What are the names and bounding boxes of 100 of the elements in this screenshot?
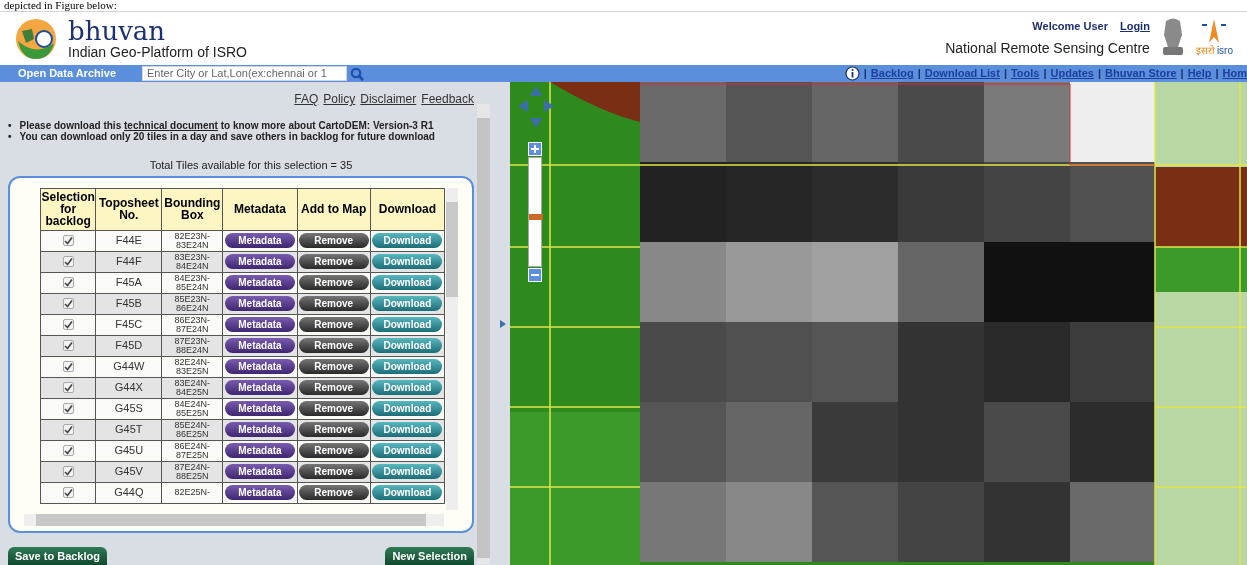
remove-button[interactable]: Remove — [298, 296, 369, 311]
checkbox[interactable] — [62, 445, 74, 456]
action-button[interactable]: New Selection — [385, 547, 474, 565]
tagline: Indian Geo-Platform of ISRO — [68, 44, 247, 59]
remove-button[interactable]: Remove — [298, 464, 369, 479]
metadata-button[interactable]: Metadata — [224, 443, 295, 458]
panel-link[interactable]: Disclaimer — [360, 90, 417, 108]
panel-scrollbar[interactable] — [477, 104, 490, 564]
action-button[interactable]: Save to Backlog — [8, 547, 107, 565]
checkbox[interactable] — [62, 466, 74, 477]
table-cell: F45C — [95, 314, 162, 335]
download-button[interactable]: Download — [372, 443, 443, 458]
document-link[interactable]: technical document — [124, 120, 218, 131]
remove-button[interactable]: Remove — [298, 275, 369, 290]
remove-button[interactable]: Remove — [298, 359, 369, 374]
table-cell: 83E24N-84E25N — [161, 377, 223, 398]
zoom-thumb[interactable] — [529, 214, 543, 221]
checkbox[interactable] — [62, 298, 74, 309]
separator-text: | — [1043, 66, 1047, 82]
zoom-in-button[interactable] — [528, 142, 542, 156]
table-cell: F45B — [95, 293, 162, 314]
separator-text: | — [863, 66, 867, 82]
plus-icon — [529, 143, 541, 155]
download-button[interactable]: Download — [372, 401, 443, 416]
remove-button[interactable]: Remove — [298, 401, 369, 416]
remove-button[interactable]: Remove — [298, 485, 369, 500]
info-icon[interactable] — [844, 66, 860, 81]
metadata-button[interactable]: Metadata — [224, 464, 295, 479]
remove-button[interactable]: Remove — [298, 254, 369, 269]
table-cell: 82E25N- — [161, 482, 223, 503]
search-field[interactable]: Enter City or Lat,Lon(ex:chennai or 1 — [142, 66, 347, 81]
checkbox[interactable] — [62, 277, 74, 288]
table-cell: G45U — [95, 440, 162, 461]
column-header: Metadata — [222, 188, 298, 230]
download-button[interactable]: Download — [372, 422, 443, 437]
horizontal-scrollbar[interactable] — [24, 513, 444, 526]
table-cell: 84E23N-85E24N — [161, 272, 223, 293]
table-cell: 86E24N-87E25N — [161, 440, 223, 461]
remove-button[interactable]: Remove — [298, 443, 369, 458]
logo-text: bhuvan — [68, 18, 167, 43]
checkbox[interactable] — [62, 382, 74, 393]
remove-button[interactable]: Remove — [298, 317, 369, 332]
checkbox[interactable] — [62, 340, 74, 351]
download-button[interactable]: Download — [372, 380, 443, 395]
table-cell: F44F — [95, 251, 162, 272]
table-cell: 86E23N-87E24N — [161, 314, 223, 335]
separator-text: | — [917, 66, 921, 82]
note-text: Please download this technical document to know more about CartoDEM: Version-3 R1 — [19, 120, 434, 131]
zoom-out-button[interactable] — [528, 268, 542, 282]
checkbox[interactable] — [62, 424, 74, 435]
download-button[interactable]: Download — [372, 296, 443, 311]
collapse-arrow-icon[interactable] — [500, 319, 506, 328]
checkbox[interactable] — [62, 319, 74, 330]
metadata-button[interactable]: Metadata — [224, 317, 295, 332]
table-cell: 83E23N-84E24N — [161, 251, 223, 272]
panel-link[interactable]: FAQ — [294, 90, 319, 108]
download-button[interactable]: Download — [372, 254, 443, 269]
vertical-scrollbar[interactable] — [446, 187, 458, 510]
table-cell: G45S — [95, 398, 162, 419]
column-header: Download — [370, 188, 445, 230]
metadata-button[interactable]: Metadata — [224, 485, 295, 500]
column-header: Add to Map — [297, 188, 371, 230]
metadata-button[interactable]: Metadata — [224, 338, 295, 353]
checkbox[interactable] — [62, 487, 74, 498]
metadata-button[interactable]: Metadata — [224, 254, 295, 269]
download-button[interactable]: Download — [372, 464, 443, 479]
bullet-text: • — [8, 120, 12, 131]
metadata-button[interactable]: Metadata — [224, 296, 295, 311]
download-button[interactable]: Download — [372, 485, 443, 500]
remove-button[interactable]: Remove — [298, 338, 369, 353]
metadata-button[interactable]: Metadata — [224, 275, 295, 290]
remove-button[interactable]: Remove — [298, 422, 369, 437]
checkbox[interactable] — [62, 235, 74, 246]
remove-button[interactable]: Remove — [298, 380, 369, 395]
download-button[interactable]: Download — [372, 233, 443, 248]
download-button[interactable]: Download — [372, 338, 443, 353]
metadata-button[interactable]: Metadata — [224, 401, 295, 416]
document-caption: depicted in Figure below: — [4, 0, 117, 11]
table-cell: G44W — [95, 356, 162, 377]
pan-arrows-icon[interactable] — [518, 86, 554, 128]
checkbox[interactable] — [62, 361, 74, 372]
zoom-slider[interactable] — [528, 157, 542, 267]
column-header: Bounding Box — [161, 188, 223, 230]
metadata-button[interactable]: Metadata — [224, 422, 295, 437]
checkbox[interactable] — [62, 403, 74, 414]
table-cell: G45V — [95, 461, 162, 482]
table-cell: F44E — [95, 230, 162, 251]
checkbox[interactable] — [62, 256, 74, 267]
metadata-button[interactable]: Metadata — [224, 380, 295, 395]
panel-link[interactable]: Policy — [323, 90, 356, 108]
remove-button[interactable]: Remove — [298, 233, 369, 248]
elevation-map-drawing[interactable] — [510, 82, 1247, 565]
download-button[interactable]: Download — [372, 275, 443, 290]
download-button[interactable]: Download — [372, 317, 443, 332]
metadata-button[interactable]: Metadata — [224, 359, 295, 374]
login-link[interactable]: Login — [1119, 17, 1150, 35]
panel-link[interactable]: Feedback — [421, 90, 474, 108]
metadata-button[interactable]: Metadata — [224, 233, 295, 248]
download-button[interactable]: Download — [372, 359, 443, 374]
table-cell: 85E24N-86E25N — [161, 419, 223, 440]
